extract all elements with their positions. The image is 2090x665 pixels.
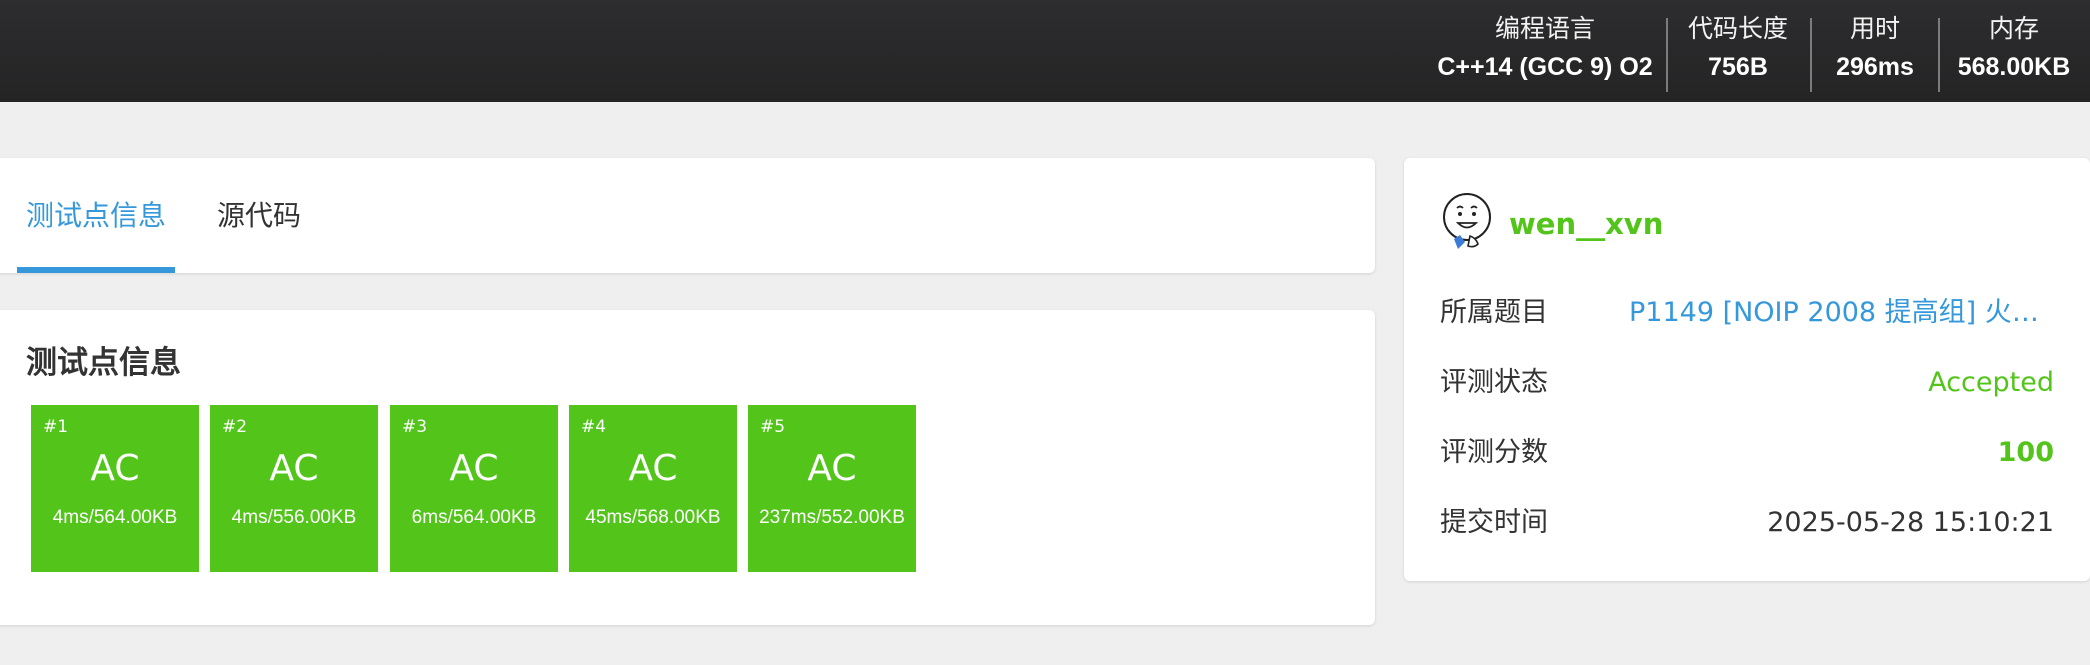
submission-info-card: wen__xvn 所属题目 P1149 [NOIP 2008 提高组] 火柴棒等… xyxy=(1404,158,2090,581)
stat-code-length: 代码长度 756B xyxy=(1672,14,1804,84)
test-case[interactable]: #2 AC 4ms/556.00KB xyxy=(210,405,378,572)
problem-link[interactable]: P1149 [NOIP 2008 提高组] 火柴棒等式 xyxy=(1629,293,2054,333)
test-case-status: AC xyxy=(90,448,140,489)
test-case-number: #2 xyxy=(222,417,248,437)
tabs-card: 测试点信息 源代码 xyxy=(0,158,1375,273)
stat-divider xyxy=(1810,18,1812,92)
test-case-usage: 6ms/564.00KB xyxy=(411,507,537,528)
stat-time-value: 296ms xyxy=(1836,53,1914,81)
test-case-number: #5 xyxy=(760,417,786,437)
test-case-number: #4 xyxy=(581,417,607,437)
stat-divider xyxy=(1666,18,1668,92)
stat-language: 编程语言 C++14 (GCC 9) O2 xyxy=(1420,14,1670,84)
test-case-status: AC xyxy=(628,448,678,489)
stat-memory-label: 内存 xyxy=(1988,14,2039,43)
test-case-number: #1 xyxy=(43,417,69,437)
judge-score-value: 100 xyxy=(1997,437,2054,468)
info-row-score: 评测分数 100 xyxy=(1440,433,2054,473)
test-case[interactable]: #5 AC 237ms/552.00KB xyxy=(748,405,916,572)
section-title: 测试点信息 xyxy=(26,345,181,381)
info-row-label: 所属题目 xyxy=(1440,297,1548,328)
test-case-number: #3 xyxy=(402,417,428,437)
stat-code-length-value: 756B xyxy=(1708,53,1768,81)
info-row-label: 评测状态 xyxy=(1440,367,1548,398)
test-case-usage: 45ms/568.00KB xyxy=(585,507,721,528)
judge-status-value: Accepted xyxy=(1928,367,2054,398)
test-case-usage: 237ms/552.00KB xyxy=(759,507,905,528)
stat-memory: 内存 568.00KB xyxy=(1944,14,2084,84)
test-case[interactable]: #4 AC 45ms/568.00KB xyxy=(569,405,737,572)
test-case-usage: 4ms/564.00KB xyxy=(52,507,178,528)
test-results-card: 测试点信息 #1 AC 4ms/564.00KB #2 AC 4ms/556.0… xyxy=(0,310,1375,625)
stat-code-length-label: 代码长度 xyxy=(1687,14,1788,43)
tab-test-info[interactable]: 测试点信息 xyxy=(17,158,175,273)
test-case-usage: 4ms/556.00KB xyxy=(231,507,357,528)
stat-language-value: C++14 (GCC 9) O2 xyxy=(1437,53,1653,81)
test-case-status: AC xyxy=(269,448,319,489)
test-case-status: AC xyxy=(449,448,499,489)
stat-language-label: 编程语言 xyxy=(1494,14,1595,43)
test-case-status: AC xyxy=(807,448,857,489)
info-row-problem: 所属题目 P1149 [NOIP 2008 提高组] 火柴棒等式 xyxy=(1440,293,2054,333)
stat-time: 用时 296ms xyxy=(1816,14,1934,84)
top-stats-bar: 编程语言 C++14 (GCC 9) O2 代码长度 756B 用时 296ms… xyxy=(0,0,2090,102)
test-case[interactable]: #3 AC 6ms/564.00KB xyxy=(390,405,558,572)
stat-divider xyxy=(1938,18,1940,92)
stat-memory-value: 568.00KB xyxy=(1957,53,2071,81)
avatar[interactable] xyxy=(1440,192,1496,254)
submit-time-value: 2025-05-28 15:10:21 xyxy=(1767,507,2054,538)
info-row-label: 提交时间 xyxy=(1440,507,1548,538)
info-row-submit-time: 提交时间 2025-05-28 15:10:21 xyxy=(1440,503,2054,543)
info-row-status: 评测状态 Accepted xyxy=(1440,363,2054,403)
tab-source-code[interactable]: 源代码 xyxy=(200,158,318,273)
username-link[interactable]: wen__xvn xyxy=(1509,206,1663,242)
test-case[interactable]: #1 AC 4ms/564.00KB xyxy=(31,405,199,572)
info-row-label: 评测分数 xyxy=(1440,437,1548,468)
stat-time-label: 用时 xyxy=(1849,14,1900,43)
